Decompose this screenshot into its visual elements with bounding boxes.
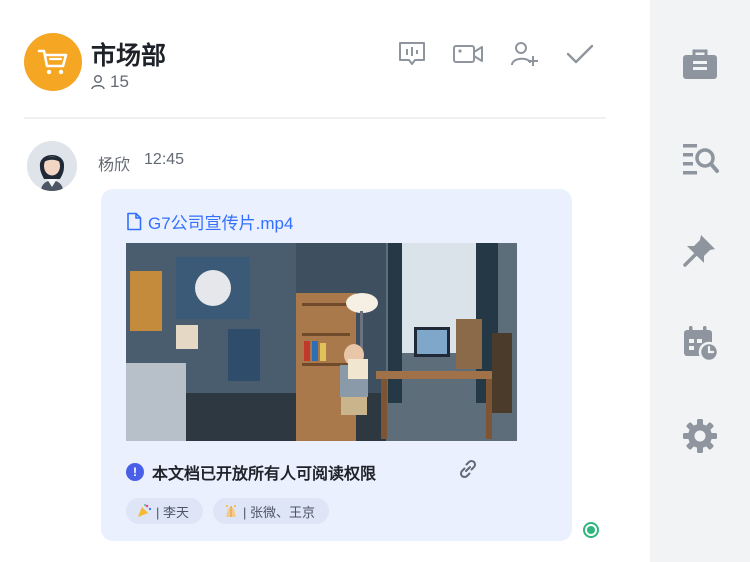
header-actions — [396, 38, 596, 70]
add-member-button[interactable] — [508, 38, 540, 70]
message-meta: 杨欣 12:45 — [98, 151, 184, 175]
add-member-icon — [511, 42, 538, 66]
link-icon — [459, 459, 477, 479]
shopping-cart-icon — [37, 49, 68, 75]
message-board-button[interactable] — [396, 38, 428, 70]
member-count-value: 15 — [110, 72, 129, 91]
permission-text: 本文档已开放所有人可阅读权限 — [152, 466, 377, 483]
file-message-card[interactable]: G7公司宣传片.mp4 ! 本文档已开放所有人可阅读权限 | 李天 | 张微、王… — [101, 189, 572, 541]
file-link[interactable]: G7公司宣传片.mp4 — [126, 209, 293, 234]
portrait-image — [27, 141, 77, 191]
video-thumbnail-image — [126, 243, 517, 441]
share-chip[interactable]: | 李天 — [126, 498, 203, 524]
sidebar-item-workbench[interactable] — [678, 42, 722, 86]
group-title: 市场部 — [91, 42, 167, 70]
sidebar-item-schedule[interactable] — [678, 321, 722, 365]
read-status-indicator[interactable] — [583, 522, 599, 538]
info-icon: ! — [126, 463, 144, 481]
message-time: 12:45 — [144, 151, 185, 168]
pin-icon — [683, 235, 715, 267]
file-name: G7公司宣传片.mp4 — [148, 214, 294, 233]
chat-header: 市场部 15 — [0, 0, 650, 119]
permission-notice: ! 本文档已开放所有人可阅读权限 — [126, 460, 376, 484]
header-divider — [24, 117, 606, 119]
member-count[interactable]: 15 — [90, 72, 129, 92]
sender-avatar[interactable] — [27, 141, 77, 191]
done-button[interactable] — [564, 38, 596, 70]
share-chip[interactable]: | 张微、王京 — [213, 498, 329, 524]
share-chip-label: | 李天 — [156, 504, 189, 520]
check-icon — [566, 44, 594, 64]
shared-with-list: | 李天 | 张微、王京 — [126, 498, 329, 524]
video-call-button[interactable] — [452, 38, 484, 70]
document-icon — [127, 212, 142, 231]
sender-name[interactable]: 杨欣 — [98, 151, 130, 175]
gear-icon — [683, 419, 717, 453]
hands-icon — [226, 505, 236, 517]
group-avatar[interactable] — [24, 33, 82, 91]
search-history-icon — [683, 144, 719, 175]
video-call-icon — [453, 45, 483, 63]
sidebar-item-settings[interactable] — [678, 414, 722, 458]
briefcase-icon — [683, 49, 717, 79]
person-icon — [91, 75, 105, 90]
right-sidebar — [650, 0, 750, 562]
video-preview[interactable] — [126, 243, 517, 441]
sidebar-item-search-history[interactable] — [678, 136, 722, 180]
party-popper-icon — [138, 504, 152, 517]
calendar-clock-icon — [684, 326, 719, 362]
share-chip-label: | 张微、王京 — [243, 504, 315, 520]
copy-link-button[interactable] — [456, 457, 480, 481]
sidebar-item-pins[interactable] — [678, 228, 722, 272]
message-board-icon — [399, 42, 425, 65]
